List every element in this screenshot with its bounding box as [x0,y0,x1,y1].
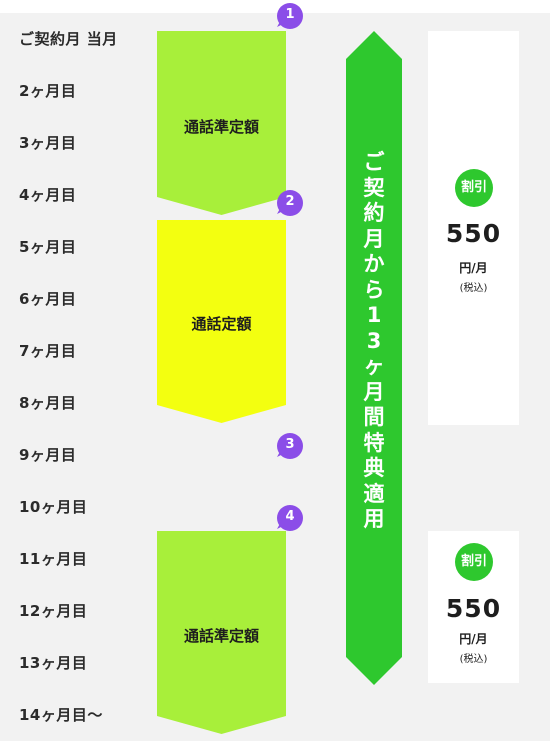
month-label: 12ヶ月目 [19,602,88,620]
month-label: 2ヶ月目 [19,82,77,100]
step-badge-1: 1 [277,3,303,29]
discount-panel-2: 割引 550 円/月 (税込) [428,531,519,683]
discount-tax-note: (税込) [459,283,488,294]
discount-tax-note: (税込) [459,654,488,665]
month-label: 10ヶ月目 [19,498,88,516]
month-label: 4ヶ月目 [19,186,77,204]
month-label: 7ヶ月目 [19,342,77,360]
discount-amount: 550 [445,594,502,623]
month-label: 5ヶ月目 [19,238,77,256]
month-label: 9ヶ月目 [19,446,77,464]
benefit-period-text: ご契約月から13ヶ月間特典適用 [363,150,385,531]
month-label: 13ヶ月目 [19,654,88,672]
month-row: 10ヶ月目 [0,481,550,533]
plan-block-2: 通話定額 [157,220,286,423]
plan-timeline: ご契約月 当月 2ヶ月目 3ヶ月目 4ヶ月目 5ヶ月目 6ヶ月目 7ヶ月目 8ヶ… [0,0,550,741]
step-badge-number: 2 [285,194,295,209]
plan-block-4: 通話準定額 [157,531,286,734]
step-badge-2: 2 [277,190,303,216]
step-badge-3: 3 [277,433,303,459]
step-badge-number: 1 [285,7,295,22]
month-label: 14ヶ月目〜 [19,706,103,724]
step-badge-number: 3 [285,437,295,452]
month-label: 8ヶ月目 [19,394,77,412]
discount-unit: 円/月 [459,632,488,646]
month-label: 6ヶ月目 [19,290,77,308]
month-label: 3ヶ月目 [19,134,77,152]
plan-block-label: 通話準定額 [183,627,259,645]
step-badge-number: 4 [285,509,295,524]
discount-badge: 割引 [455,169,493,207]
discount-unit: 円/月 [459,261,488,275]
plan-block-1: 通話準定額 [157,31,286,215]
step-badge-4: 4 [277,505,303,531]
month-label: 11ヶ月目 [19,550,88,568]
discount-panel-1: 割引 550 円/月 (税込) [428,31,519,425]
plan-block-label: 通話準定額 [183,118,259,136]
discount-amount: 550 [445,219,502,248]
month-row: 9ヶ月目 [0,429,550,481]
month-label: ご契約月 当月 [19,30,118,48]
plan-block-label: 通話定額 [191,315,252,333]
discount-badge: 割引 [455,543,493,581]
